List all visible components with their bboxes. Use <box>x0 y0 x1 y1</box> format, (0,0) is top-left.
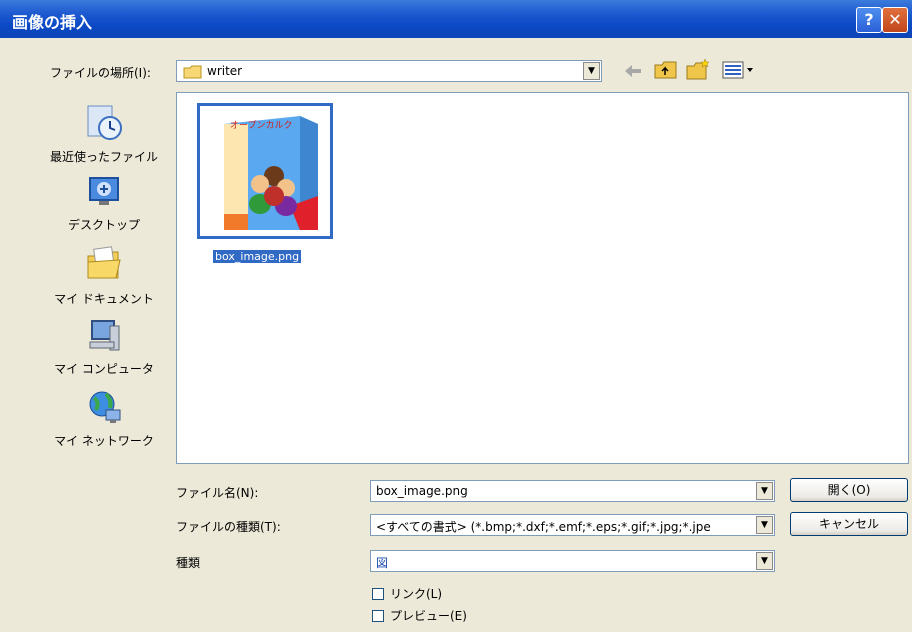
new-folder-icon[interactable] <box>686 58 712 80</box>
my-computer-icon <box>89 320 120 351</box>
dialog-title: 画像の挿入 <box>12 13 93 32</box>
chevron-down-icon[interactable]: ▼ <box>756 552 773 570</box>
cancel-button[interactable]: キャンセル <box>790 512 908 536</box>
file-list[interactable]: オープンカルク box_image.png <box>176 92 909 464</box>
chevron-down-icon[interactable]: ▼ <box>756 516 773 534</box>
place-label: マイ ネットワーク <box>54 434 154 448</box>
link-label: リンク(L) <box>390 587 443 601</box>
filetype-value: <すべての書式> (*.bmp;*.dxf;*.emf;*.eps;*.gif;… <box>376 520 711 534</box>
location-value: writer <box>207 64 243 78</box>
preview-checkbox[interactable] <box>372 610 384 622</box>
place-label: マイ コンピュータ <box>54 362 154 376</box>
file-thumbnail[interactable]: オープンカルク <box>197 103 333 239</box>
view-menu-icon[interactable] <box>722 60 756 80</box>
desktop-icon <box>89 177 119 205</box>
filename-combo[interactable]: box_image.png ▼ <box>370 480 775 502</box>
back-arrow-icon[interactable] <box>622 62 644 80</box>
my-network-icon <box>89 391 121 423</box>
filetype-label: ファイルの種類(T): <box>176 520 281 534</box>
recent-documents-icon <box>87 105 122 140</box>
file-name-label[interactable]: box_image.png <box>213 250 302 263</box>
place-my-computer[interactable]: マイ コンピュータ <box>42 318 166 377</box>
filename-label: ファイル名(N): <box>176 486 259 500</box>
filetype-combo[interactable]: <すべての書式> (*.bmp;*.dxf;*.emf;*.eps;*.gif;… <box>370 514 775 536</box>
open-button[interactable]: 開く(O) <box>790 478 908 502</box>
title-bar: 画像の挿入 ? ✕ <box>0 0 912 38</box>
up-folder-icon[interactable] <box>654 60 678 80</box>
style-value: 図 <box>376 556 389 570</box>
places-bar: 最近使ったファイル デスクトップ マイ ドキュメント マイ コンピュータ マイ … <box>42 92 166 462</box>
place-my-network[interactable]: マイ ネットワーク <box>42 388 166 449</box>
place-my-documents[interactable]: マイ ドキュメント <box>42 244 166 307</box>
place-label: 最近使ったファイル <box>49 150 158 164</box>
place-label: マイ ドキュメント <box>54 292 154 306</box>
close-button[interactable]: ✕ <box>882 7 908 33</box>
help-button[interactable]: ? <box>856 7 882 33</box>
place-desktop[interactable]: デスクトップ <box>42 174 166 233</box>
preview-label: プレビュー(E) <box>390 609 467 623</box>
style-combo[interactable]: 図 ▼ <box>370 550 775 572</box>
my-documents-icon <box>87 246 121 279</box>
chevron-down-icon[interactable]: ▼ <box>756 482 773 500</box>
insert-image-dialog: 画像の挿入 ? ✕ ファイルの場所(I): writer ▼ 最近使ったファイル… <box>0 0 912 632</box>
filename-input[interactable]: box_image.png <box>376 484 468 498</box>
location-combo[interactable]: writer ▼ <box>176 60 602 82</box>
place-recent[interactable]: 最近使ったファイル <box>42 102 166 165</box>
place-label: デスクトップ <box>67 218 140 232</box>
thumbnail-banner-text: オープンカルク <box>230 121 293 131</box>
style-label: 種類 <box>176 556 201 570</box>
chevron-down-icon[interactable]: ▼ <box>583 62 600 80</box>
folder-icon <box>183 65 202 79</box>
location-label: ファイルの場所(I): <box>50 66 151 80</box>
link-checkbox[interactable] <box>372 588 384 600</box>
